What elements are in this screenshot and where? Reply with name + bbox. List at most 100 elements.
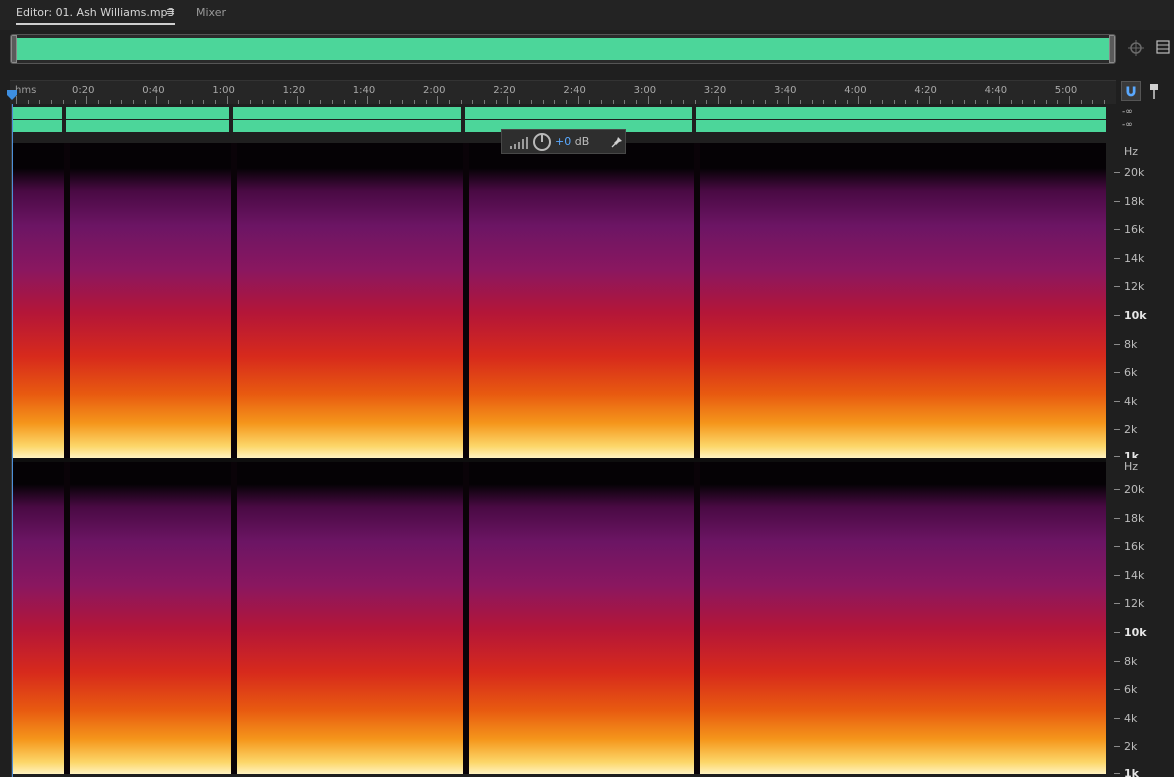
overview-navigator[interactable] — [10, 34, 1116, 64]
ruler-tick — [285, 100, 287, 104]
freq-label: 10k — [1124, 626, 1147, 639]
ruler-tick — [402, 100, 404, 104]
zoom-to-selection-icon[interactable] — [1126, 38, 1146, 58]
ruler-tick — [226, 96, 228, 104]
ruler-tick — [694, 100, 696, 104]
ruler-tick — [168, 100, 170, 104]
spectrogram-channel-2[interactable] — [12, 462, 1106, 774]
silence-gap — [64, 143, 70, 458]
time-label: 1:00 — [212, 85, 235, 96]
ruler-tick — [121, 100, 123, 104]
ruler-tick — [97, 100, 99, 104]
channel-2-level: -∞ — [1122, 120, 1133, 130]
spectrogram-channel-1[interactable] — [12, 143, 1106, 458]
time-label: 0:40 — [142, 85, 165, 96]
ruler-tick — [530, 100, 532, 104]
time-label: 2:20 — [493, 85, 516, 96]
freq-label: 6k — [1124, 366, 1138, 380]
ruler-tick — [519, 100, 521, 104]
ruler-tick — [238, 100, 240, 104]
tab-menu-icon[interactable]: ≡ — [166, 5, 175, 18]
freq-unit-label: Hz — [1124, 460, 1139, 473]
ruler-tick — [378, 100, 380, 104]
ruler-tick — [565, 100, 567, 104]
ruler-tick — [823, 100, 825, 104]
ruler-tick — [261, 100, 263, 104]
time-label: 2:00 — [423, 85, 446, 96]
ruler-tick — [109, 100, 111, 104]
freq-label: 1k — [1124, 767, 1139, 777]
freq-tick — [1114, 400, 1120, 402]
freq-tick — [1114, 660, 1120, 662]
ruler-tick — [987, 100, 989, 104]
freq-label: 14k — [1124, 568, 1145, 582]
ruler-tick — [1022, 100, 1024, 104]
ruler-tick — [753, 100, 755, 104]
overview-right-handle[interactable] — [1109, 35, 1115, 63]
freq-tick — [1114, 773, 1120, 774]
playhead-icon[interactable] — [7, 90, 17, 100]
ruler-tick — [718, 96, 719, 104]
volume-knob-icon[interactable] — [533, 133, 551, 151]
freq-tick — [1114, 489, 1120, 490]
freq-tick — [1114, 172, 1120, 173]
ruler-tick — [624, 100, 626, 104]
silence-gap — [694, 143, 700, 458]
time-ruler[interactable]: hms 0:20 0:40 1:00 1:20 1:40 2:00 2:20 2:40 3:00… — [10, 80, 1116, 104]
freq-label: 20k — [1124, 166, 1145, 179]
ruler-tick — [133, 100, 134, 104]
volume-value: +0 — [555, 135, 572, 148]
time-label: 0:20 — [72, 85, 95, 96]
editor-tab-bar: Editor: 01. Ash Williams.mp3 ≡ Mixer — [0, 0, 1174, 30]
time-label: 1:20 — [282, 85, 306, 96]
marker-pin-icon[interactable] — [1147, 82, 1161, 100]
pin-hud-icon[interactable] — [611, 136, 623, 148]
ruler-tick — [601, 100, 602, 104]
ruler-tick — [542, 100, 544, 104]
freq-label: 2k — [1124, 740, 1138, 754]
snap-magnet-icon[interactable] — [1121, 81, 1141, 101]
time-label: 2:40 — [563, 85, 586, 96]
ruler-tick — [1092, 100, 1094, 104]
silence-gap — [463, 143, 469, 458]
ruler-tick — [343, 100, 345, 104]
panel-menu-icon[interactable] — [1156, 40, 1170, 54]
ruler-tick — [320, 100, 322, 104]
silence-gap — [231, 462, 237, 774]
silence-gap — [62, 107, 66, 119]
freq-tick — [1114, 229, 1120, 231]
silence-gap — [461, 107, 465, 119]
time-label: 4:40 — [984, 85, 1008, 96]
ruler-tick — [846, 100, 848, 104]
freq-label: 18k — [1124, 194, 1145, 208]
freq-label: 20k — [1124, 483, 1145, 496]
ruler-tick — [273, 100, 275, 104]
freq-tick — [1114, 315, 1120, 316]
channel-1-waveform[interactable] — [10, 107, 1106, 119]
ruler-tick — [741, 100, 743, 104]
freq-tick — [1114, 689, 1120, 691]
silence-gap — [692, 107, 696, 119]
overview-left-handle[interactable] — [11, 35, 17, 63]
ruler-tick — [776, 100, 778, 104]
freq-label: 18k — [1124, 511, 1145, 525]
track-left-edge — [0, 104, 12, 777]
ruler-tick — [203, 100, 205, 104]
ruler-tick — [682, 100, 684, 104]
silence-gap — [694, 462, 700, 774]
tab-editor[interactable]: Editor: 01. Ash Williams.mp3 — [16, 6, 175, 25]
silence-gap — [231, 143, 237, 458]
ruler-tick — [636, 100, 638, 104]
tab-mixer[interactable]: Mixer — [196, 6, 226, 19]
ruler-tick — [916, 100, 918, 104]
volume-hud[interactable]: +0 dB — [501, 129, 626, 154]
ruler-tick — [858, 96, 860, 104]
ruler-tick — [589, 100, 591, 104]
ruler-tick — [659, 100, 661, 104]
ruler-tick — [1033, 100, 1035, 104]
volume-readout[interactable]: +0 dB — [555, 135, 589, 148]
ruler-tick — [554, 100, 556, 104]
ruler-tick — [144, 100, 146, 104]
ruler-tick — [448, 100, 450, 104]
ruler-tick — [472, 100, 474, 104]
